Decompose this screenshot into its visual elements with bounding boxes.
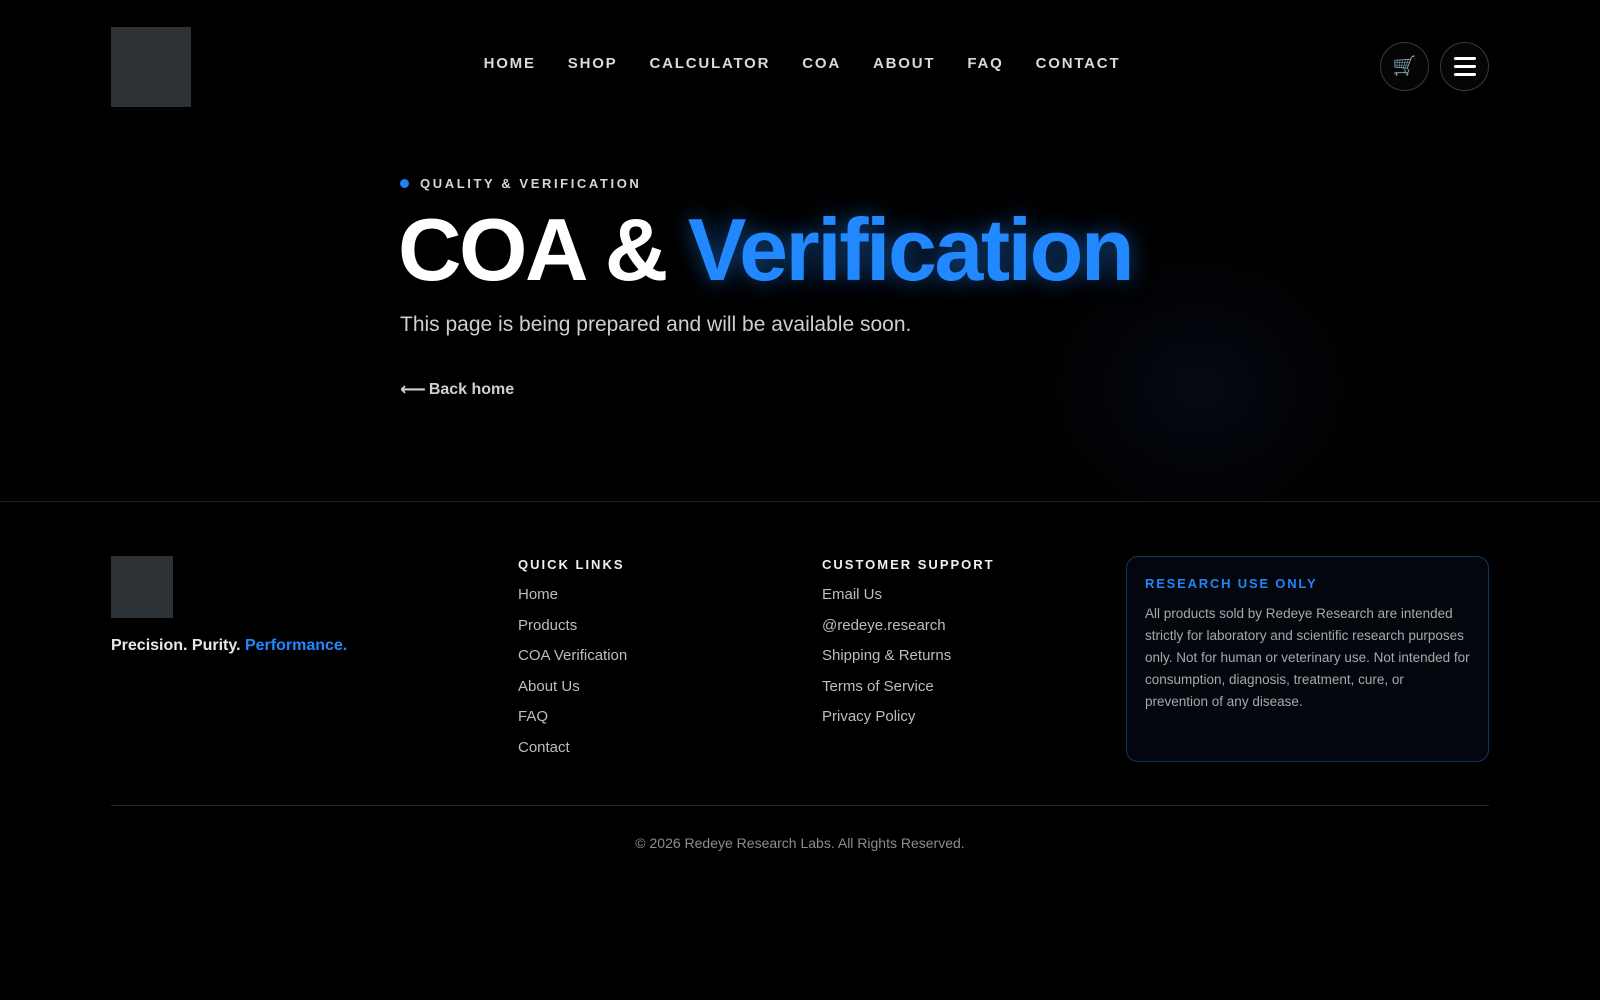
page-title: COA & Verification	[398, 199, 1135, 300]
eyebrow-dot-icon	[400, 179, 409, 188]
nav-shop[interactable]: SHOP	[568, 55, 618, 72]
customer-support-title: CUSTOMER SUPPORT	[822, 557, 995, 572]
menu-button[interactable]	[1440, 42, 1489, 91]
tagline: Precision. Purity. Performance.	[111, 637, 347, 655]
site-header: HOME SHOP CALCULATOR COA ABOUT FAQ CONTA…	[0, 0, 1600, 133]
section-divider	[0, 501, 1600, 502]
tagline-accent: Performance.	[244, 637, 348, 654]
footer-link-shipping-returns[interactable]: Shipping & Returns	[822, 648, 995, 664]
notice-body: All products sold by Redeye Research are…	[1145, 606, 1470, 709]
footer-link-social-handle[interactable]: @redeye.research	[822, 617, 995, 634]
nav-contact[interactable]: CONTACT	[1036, 55, 1121, 72]
nav-about[interactable]: ABOUT	[873, 55, 935, 72]
nav-calculator[interactable]: CALCULATOR	[650, 55, 771, 72]
footer-link-email-us[interactable]: Email Us	[822, 587, 995, 603]
back-home-label: Back home	[428, 381, 515, 398]
nav-faq[interactable]: FAQ	[967, 55, 1003, 72]
footer-divider	[111, 805, 1489, 806]
back-home-link[interactable]: ⟵ Back home	[400, 381, 514, 399]
notice-title: RESEARCH USE ONLY	[1145, 576, 1318, 591]
header-actions: 🛒	[1380, 42, 1489, 91]
footer-link-contact[interactable]: Contact	[518, 739, 627, 756]
footer-link-faq[interactable]: FAQ	[518, 709, 627, 725]
footer-link-privacy[interactable]: Privacy Policy	[822, 709, 995, 725]
hero-section: QUALITY & VERIFICATION COA & Verificatio…	[0, 133, 1600, 502]
footer-link-products[interactable]: Products	[518, 617, 627, 634]
quick-links-title: QUICK LINKS	[518, 557, 625, 572]
copyright: © 2026 Redeye Research Labs. All Rights …	[635, 835, 965, 851]
footer-link-terms[interactable]: Terms of Service	[822, 678, 995, 695]
footer-logo[interactable]	[111, 556, 173, 618]
hamburger-menu-icon	[1453, 57, 1476, 76]
tagline-main: Precision. Purity.	[111, 637, 245, 654]
research-use-notice: RESEARCH USE ONLY All products sold by R…	[1126, 556, 1489, 762]
page-title-accent: Verification	[687, 200, 1135, 299]
cart-icon: 🛒	[1392, 55, 1417, 77]
arrow-left-icon: ⟵	[400, 379, 426, 400]
eyebrow: QUALITY & VERIFICATION	[400, 176, 641, 191]
nav-coa[interactable]: COA	[802, 55, 841, 72]
cart-button[interactable]: 🛒	[1380, 42, 1429, 91]
footer-link-coa-verification[interactable]: COA Verification	[518, 648, 627, 664]
page-title-main: COA &	[398, 200, 688, 299]
customer-support-column: CUSTOMER SUPPORT Email Us @redeye.resear…	[822, 557, 995, 740]
page: HOME SHOP CALCULATOR COA ABOUT FAQ CONTA…	[0, 0, 1600, 1000]
quick-links-column: QUICK LINKS Home Products COA Verificati…	[518, 557, 627, 770]
footer-link-about-us[interactable]: About Us	[518, 678, 627, 695]
footer-link-home[interactable]: Home	[518, 587, 627, 603]
main-nav: HOME SHOP CALCULATOR COA ABOUT FAQ CONTA…	[0, 55, 1600, 72]
eyebrow-text: QUALITY & VERIFICATION	[420, 176, 642, 191]
nav-home[interactable]: HOME	[484, 55, 536, 72]
page-subtitle: This page is being prepared and will be …	[400, 313, 912, 336]
